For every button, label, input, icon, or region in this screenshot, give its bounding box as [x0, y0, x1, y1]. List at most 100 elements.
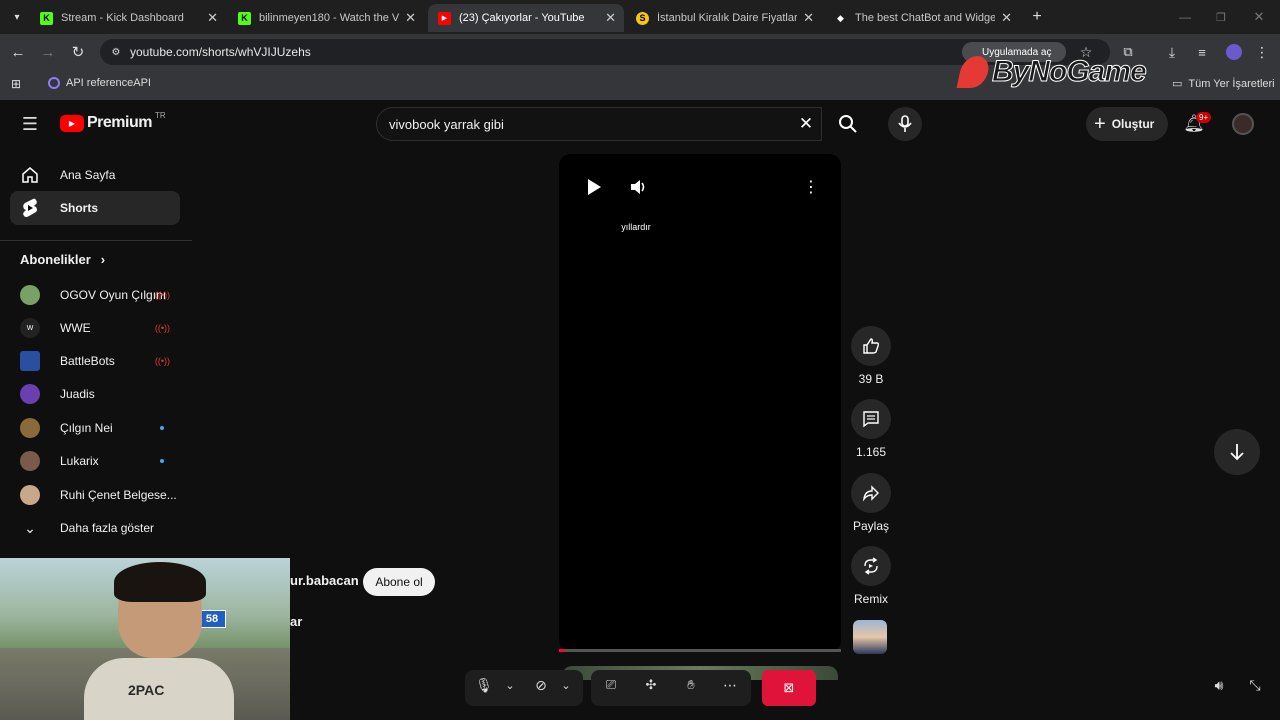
plus-icon: +	[1094, 112, 1106, 135]
close-icon[interactable]: ✕	[405, 10, 416, 26]
address-bar[interactable]: ⚙ youtube.com/shorts/whVJIJUzehs	[100, 39, 1110, 65]
create-label: Oluştur	[1111, 117, 1155, 131]
openai-icon	[48, 77, 60, 89]
youtube-logo[interactable]: ▶ Premium TR	[60, 111, 166, 132]
site-info-icon[interactable]: ⚙	[109, 45, 123, 59]
folder-icon: ▭	[1172, 78, 1183, 90]
chevron-down-icon[interactable]: ⌄	[559, 676, 573, 694]
stop-sharing-button[interactable]: ⊠	[762, 670, 816, 706]
comment-action[interactable]: 1.165	[850, 399, 892, 459]
share-action[interactable]: Paylaş	[850, 473, 892, 533]
avatar	[20, 418, 40, 438]
mic-camera-group: 🎙︎ ⌄ ⊘ ⌄	[465, 670, 583, 706]
like-count: 39 B	[858, 372, 884, 386]
reload-icon[interactable]: ↻	[68, 42, 88, 62]
volume-icon[interactable]	[627, 176, 649, 198]
new-content-dot	[160, 426, 164, 430]
streamer-hair	[114, 562, 206, 602]
more-options-icon[interactable]: ⋮	[801, 176, 821, 198]
webcam-overlay: 58 2PAC	[0, 558, 290, 720]
sidebar-sub-item[interactable]: Ruhi Çenet Belgese...	[10, 478, 180, 512]
close-icon[interactable]: ✕	[1001, 10, 1012, 26]
sidebar-show-more[interactable]: ⌄ Daha fazla göster	[10, 511, 180, 545]
reactions-icon[interactable]: ✋︎	[681, 676, 701, 694]
search-button[interactable]	[822, 107, 874, 141]
share-icon[interactable]	[851, 473, 891, 513]
clear-search-icon[interactable]: ✕	[797, 114, 815, 133]
avatar	[20, 351, 40, 371]
meeting-actions-group: ⎚ ✣ ✋︎ ⋯	[591, 670, 751, 706]
subscribe-label: Abone ol	[375, 575, 423, 589]
bookmark-api-reference[interactable]: API referenceAPI	[48, 77, 151, 89]
chevron-down-icon: ⌄	[24, 519, 36, 536]
menu-dots-icon[interactable]: ⋮	[1252, 42, 1272, 62]
sidebar-item-shorts[interactable]: Shorts	[10, 191, 180, 225]
progress-track[interactable]	[559, 649, 841, 652]
media-control-icon[interactable]: ≡	[1192, 42, 1212, 62]
voice-search-button[interactable]	[888, 107, 922, 141]
maximize-icon[interactable]: ❐	[1212, 8, 1230, 26]
camera-off-icon[interactable]: ⊘	[531, 676, 551, 694]
tab-search-chevron-icon[interactable]: ▾	[8, 8, 26, 26]
sidebar-sub-item[interactable]: Lukarix	[10, 444, 180, 478]
chevron-down-icon[interactable]: ⌄	[503, 676, 517, 694]
sidebar-sub-item[interactable]: BattleBots ((•))	[10, 344, 180, 378]
browser-tab-1[interactable]: K Stream - Kick Dashboard ✕	[30, 4, 226, 32]
sidebar-sub-item[interactable]: Juadis	[10, 377, 180, 411]
apps-grid-icon[interactable]: ⊞	[8, 76, 24, 92]
tab-title: İstanbul Kiralık Daire Fiyatları ve	[657, 12, 797, 24]
forward-arrow-icon[interactable]: →	[38, 42, 58, 62]
sidebar-sub-item[interactable]: OGOV Oyun Çılgını ((•))	[10, 278, 180, 312]
next-short-button[interactable]	[1214, 429, 1260, 475]
speaker-icon[interactable]: 🔊︎	[1208, 674, 1230, 696]
like-action[interactable]: 39 B	[850, 326, 892, 386]
hamburger-menu-icon[interactable]: ☰	[20, 114, 40, 134]
sidebar-sub-item[interactable]: Çılgın Nei	[10, 411, 180, 445]
shorts-video-player[interactable]: ⋮ yıllardır	[559, 154, 841, 652]
sidebar-item-home[interactable]: Ana Sayfa	[10, 158, 180, 192]
close-icon[interactable]: ✕	[207, 10, 218, 26]
road-sign: 58	[198, 610, 226, 628]
youtube-header: ☰ ▶ Premium TR vivobook yarrak gibi ✕ + …	[0, 100, 1280, 148]
sidebar-sub-item[interactable]: W WWE ((•))	[10, 311, 180, 345]
create-button[interactable]: + Oluştur	[1086, 107, 1168, 141]
remix-icon[interactable]	[851, 546, 891, 586]
search-input[interactable]: vivobook yarrak gibi ✕	[376, 107, 822, 141]
browser-tab-5[interactable]: ◆ The best ChatBot and Widgets ✕	[824, 4, 1020, 32]
window-close-icon[interactable]: ✕	[1250, 8, 1268, 26]
minimize-icon[interactable]: —	[1176, 8, 1194, 26]
browser-tab-bar: ▾ K Stream - Kick Dashboard ✕ K bilinmey…	[0, 0, 1280, 34]
profile-avatar[interactable]	[1226, 44, 1242, 60]
new-tab-icon[interactable]: +	[1028, 8, 1046, 26]
sound-thumbnail[interactable]	[853, 620, 887, 654]
all-bookmarks[interactable]: ▭ Tüm Yer İşaretleri	[1172, 77, 1275, 91]
subscriptions-header[interactable]: Abonelikler ›	[20, 252, 105, 267]
remix-label: Remix	[853, 592, 888, 606]
arrow-down-icon	[1230, 444, 1244, 461]
share-screen-icon[interactable]: ⎚	[601, 676, 621, 694]
microphone-icon[interactable]: 🎙︎	[475, 676, 493, 694]
share-label: Paylaş	[852, 519, 890, 533]
logo-text: Premium	[87, 114, 152, 131]
apps-icon[interactable]: ✣	[641, 676, 661, 694]
play-icon[interactable]	[583, 176, 605, 198]
remix-action[interactable]: Remix	[850, 546, 892, 606]
close-icon[interactable]: ✕	[605, 10, 616, 26]
close-icon[interactable]: ✕	[803, 10, 814, 26]
avatar	[20, 384, 40, 404]
download-icon[interactable]: ⤓	[1162, 42, 1182, 62]
channel-name[interactable]: ur.babacan	[290, 573, 359, 588]
account-avatar[interactable]	[1232, 113, 1254, 135]
subscribe-button[interactable]: Abone ol	[363, 568, 435, 596]
like-icon[interactable]	[851, 326, 891, 366]
comment-count: 1.165	[855, 445, 887, 459]
comment-icon[interactable]	[851, 399, 891, 439]
tab-title: The best ChatBot and Widgets	[855, 12, 995, 24]
youtube-logo-icon: ▶	[60, 114, 84, 132]
browser-tab-4[interactable]: S İstanbul Kiralık Daire Fiyatları ve ✕	[626, 4, 822, 32]
browser-tab-active[interactable]: ▶ (23) Çakıyorlar - YouTube ✕	[428, 4, 624, 32]
back-arrow-icon[interactable]: ←	[8, 42, 28, 62]
exit-fullscreen-icon[interactable]: ⤡	[1244, 674, 1266, 696]
browser-tab-2[interactable]: K bilinmeyen180 - Watch the VOD ✕	[228, 4, 424, 32]
more-icon[interactable]: ⋯	[719, 676, 741, 694]
